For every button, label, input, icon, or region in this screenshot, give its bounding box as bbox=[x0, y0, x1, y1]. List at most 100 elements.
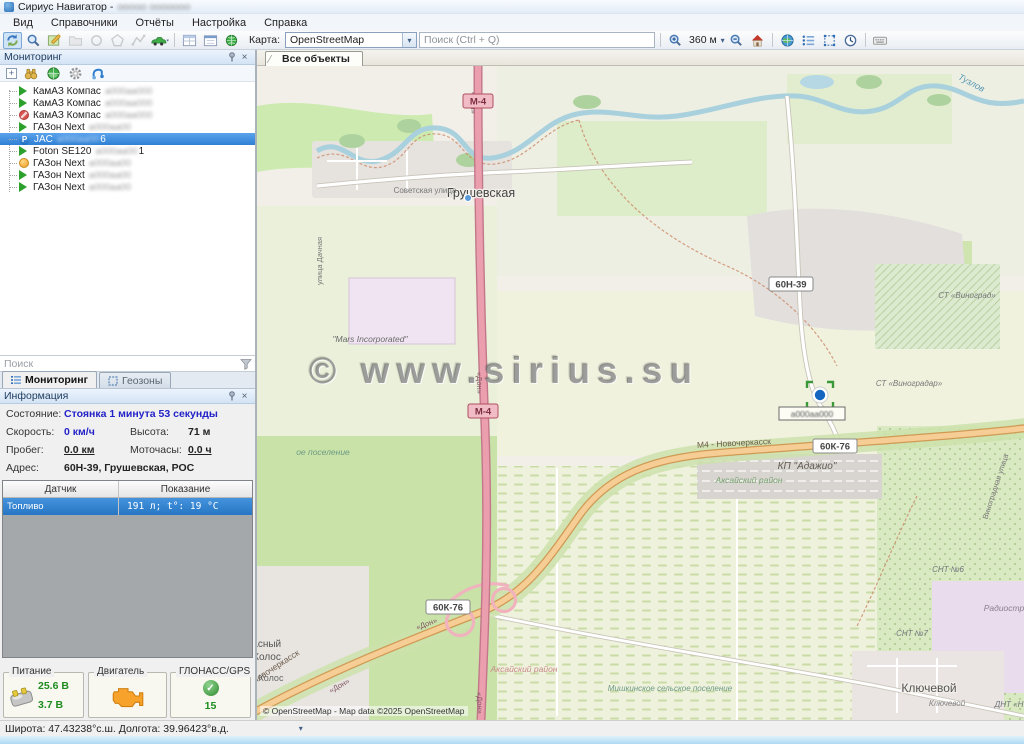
vehicle-row[interactable]: КамАЗ Компаса000аа000 bbox=[0, 97, 255, 109]
expand-all-icon[interactable]: + bbox=[6, 68, 17, 79]
binoculars-icon[interactable] bbox=[23, 66, 39, 81]
tab-monitoring[interactable]: Мониторинг bbox=[2, 371, 97, 388]
status-moving-icon bbox=[19, 182, 27, 192]
state-value: Стоянка 1 минута 53 секунды bbox=[64, 408, 218, 420]
sensor-table: Датчик Показание Топливо 191 л; t°: 19 °… bbox=[2, 480, 253, 658]
geozone-icon bbox=[108, 376, 118, 386]
vehicle-menu-button[interactable] bbox=[150, 32, 169, 49]
toolbar-separator bbox=[174, 33, 175, 47]
vehicle-row[interactable]: Foton SE120а000аа001 bbox=[0, 145, 255, 157]
vehicle-row[interactable]: ГАЗон Nextа000аа00 bbox=[0, 121, 255, 133]
circle-tool-icon[interactable] bbox=[87, 32, 106, 49]
app-icon bbox=[4, 2, 14, 12]
m4-badge: М-4 bbox=[463, 94, 493, 108]
svg-text:Ключевой: Ключевой bbox=[929, 699, 966, 708]
show-on-map-globe-icon[interactable] bbox=[45, 66, 61, 81]
menu-otchety[interactable]: Отчёты bbox=[127, 16, 183, 30]
statusbar-dropdown-icon[interactable]: ▾ bbox=[299, 724, 303, 733]
tab-geozones[interactable]: Геозоны bbox=[99, 372, 171, 388]
globe-button[interactable] bbox=[778, 32, 797, 49]
vehicle-tree: КамАЗ Компаса000аа000 КамАЗ Компаса000аа… bbox=[0, 82, 255, 355]
sensor-row-fuel[interactable]: Топливо 191 л; t°: 19 °C bbox=[3, 498, 252, 515]
home-view-button[interactable] bbox=[748, 32, 767, 49]
folder-tool-icon[interactable] bbox=[66, 32, 85, 49]
vehicle-row[interactable]: КамАЗ Компаса000аа000 bbox=[0, 109, 255, 121]
filter-funnel-icon[interactable] bbox=[237, 356, 255, 371]
status-idle-icon bbox=[19, 158, 29, 168]
map-tab-all-objects[interactable]: Все объекты bbox=[265, 51, 363, 66]
menu-vid[interactable]: Вид bbox=[4, 16, 42, 30]
svg-text:"Mars Incorporated": "Mars Incorporated" bbox=[332, 334, 408, 344]
road-60k76-badge: 60К-76 bbox=[813, 439, 857, 453]
list-icon bbox=[11, 375, 21, 385]
svg-text:Ключевой: Ключевой bbox=[901, 681, 956, 695]
geo-tools-button[interactable] bbox=[222, 32, 241, 49]
mileage-value[interactable]: 0.0 км bbox=[64, 444, 130, 456]
map-attribution: © OpenStreetMap - Map data ©2025 OpenStr… bbox=[260, 706, 468, 716]
track-refresh-button[interactable] bbox=[3, 32, 22, 49]
monitoring-toolbar: + bbox=[0, 65, 255, 82]
value-column-header[interactable]: Показание bbox=[119, 481, 252, 497]
polyline-tool-icon[interactable] bbox=[129, 32, 148, 49]
global-search-input[interactable] bbox=[419, 32, 655, 48]
report-table-button[interactable] bbox=[180, 32, 199, 49]
status-parking-icon: P bbox=[19, 134, 30, 145]
vehicle-row[interactable]: КамАЗ Компаса000аа000 bbox=[0, 85, 255, 97]
settings-gear-icon[interactable] bbox=[67, 66, 83, 81]
calendar-button[interactable] bbox=[201, 32, 220, 49]
map-select-arrow-icon[interactable]: ▾ bbox=[402, 33, 416, 47]
altitude-label: Высота: bbox=[130, 426, 188, 438]
main-toolbar: Карта: OpenStreetMap ▾ 360 м ▾ bbox=[0, 31, 1024, 50]
svg-text:«Дон»: «Дон» bbox=[475, 372, 484, 394]
svg-text:улица Дачная: улица Дачная bbox=[315, 237, 324, 285]
map-edit-button[interactable] bbox=[45, 32, 64, 49]
vehicle-row[interactable]: ГАЗон Nextа000аа00 bbox=[0, 169, 255, 181]
power-backup-value: 3.7 В bbox=[38, 699, 63, 711]
history-clock-button[interactable] bbox=[841, 32, 860, 49]
pin-icon[interactable] bbox=[225, 51, 238, 64]
gnss-satellites-value: 15 bbox=[171, 700, 250, 712]
window-title: Сириус Навигатор - bbox=[18, 1, 113, 13]
window-bottom-strip bbox=[0, 736, 1024, 744]
map-select[interactable]: OpenStreetMap ▾ bbox=[285, 32, 417, 48]
sensor-column-header[interactable]: Датчик bbox=[3, 481, 119, 497]
toolbar-separator bbox=[772, 33, 773, 47]
vehicle-row-selected[interactable]: PJACа000аа006 bbox=[0, 133, 255, 145]
object-list-button[interactable] bbox=[799, 32, 818, 49]
menu-bar: Вид Справочники Отчёты Настройка Справка bbox=[0, 14, 1024, 31]
left-tabs: Мониторинг Геозоны bbox=[0, 372, 255, 389]
svg-text:М-4: М-4 bbox=[475, 407, 492, 418]
svg-text:КП "Адажио": КП "Адажио" bbox=[778, 461, 837, 472]
svg-text:Колос: Колос bbox=[257, 652, 281, 663]
close-icon[interactable]: × bbox=[238, 390, 251, 403]
menu-nastroyka[interactable]: Настройка bbox=[183, 16, 255, 30]
m4-badge: М-4 bbox=[468, 404, 498, 418]
search-object-button[interactable] bbox=[24, 32, 43, 49]
close-icon[interactable]: × bbox=[238, 51, 251, 64]
zoom-in-button[interactable] bbox=[666, 32, 685, 49]
hours-value[interactable]: 0.0 ч bbox=[188, 444, 212, 456]
svg-text:Мишкинское сельское поселение: Мишкинское сельское поселение bbox=[608, 684, 733, 693]
keyboard-button[interactable] bbox=[871, 32, 890, 49]
svg-text:Советская улица: Советская улица bbox=[394, 186, 457, 195]
altitude-value: 71 м bbox=[188, 426, 210, 438]
svg-text:60К-76: 60К-76 bbox=[820, 442, 850, 453]
svg-text:ое поселение: ое поселение bbox=[296, 447, 350, 457]
polygon-tool-icon[interactable] bbox=[108, 32, 127, 49]
vehicle-search-input[interactable] bbox=[0, 358, 237, 370]
svg-text:60К-76: 60К-76 bbox=[433, 603, 463, 614]
vehicle-row[interactable]: ГАЗон Nextа000аа00 bbox=[0, 157, 255, 169]
map-select-label: Карта: bbox=[249, 34, 280, 46]
scale-dropdown-icon[interactable]: ▾ bbox=[721, 36, 725, 45]
select-area-button[interactable] bbox=[820, 32, 839, 49]
engine-gauge-label: Двигатель bbox=[94, 666, 147, 677]
map-canvas[interactable]: «Дон» «Дон» «Дон» «Дон» «Дон» М4 - Новоч… bbox=[257, 66, 1024, 720]
vehicle-row[interactable]: ГАЗон Nextа000аа00 bbox=[0, 181, 255, 193]
menu-spravochniki[interactable]: Справочники bbox=[42, 16, 127, 30]
connection-phone-icon[interactable] bbox=[89, 66, 105, 81]
zoom-out-button[interactable] bbox=[727, 32, 746, 49]
battery-icon bbox=[7, 685, 37, 709]
menu-spravka[interactable]: Справка bbox=[255, 16, 316, 30]
pin-icon[interactable] bbox=[225, 390, 238, 403]
status-moving-icon bbox=[19, 86, 27, 96]
